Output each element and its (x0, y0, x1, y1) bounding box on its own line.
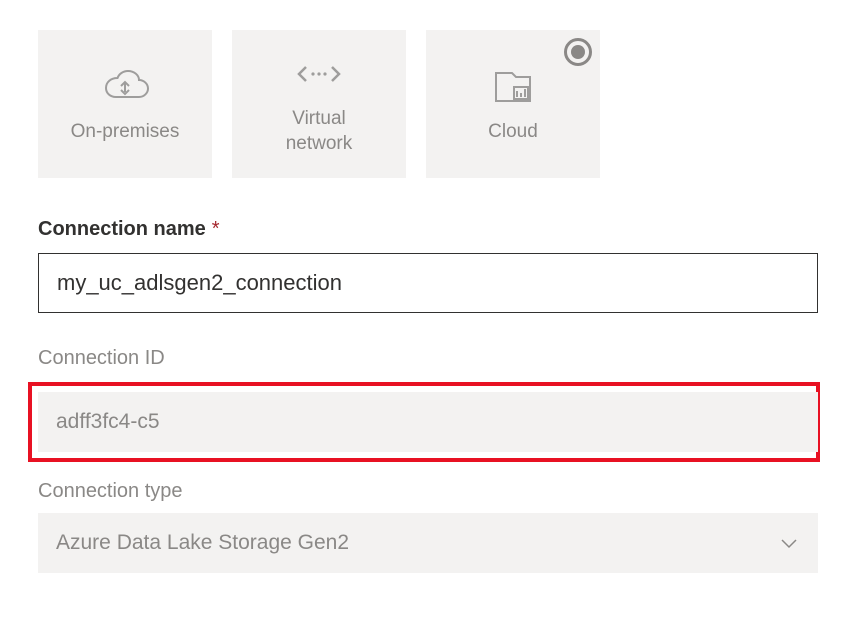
connection-name-label: Connection name * (38, 218, 820, 241)
tile-label: Cloud (488, 120, 538, 145)
connection-type-value: Azure Data Lake Storage Gen2 (56, 531, 349, 555)
connection-type-label: Connection type (38, 480, 820, 503)
connection-id-label: Connection ID (38, 347, 820, 370)
tile-label: Virtual network (286, 107, 353, 156)
connection-type-field: Connection type Azure Data Lake Storage … (38, 480, 820, 573)
required-asterisk: * (212, 218, 220, 240)
radio-selected-icon (564, 38, 592, 66)
network-icon (296, 51, 342, 97)
gateway-type-tiles: On-premises Virtual network (38, 30, 820, 178)
tile-virtual-network[interactable]: Virtual network (232, 30, 406, 178)
label-text: Connection name (38, 218, 206, 240)
chevron-down-icon (778, 532, 800, 554)
connection-type-select[interactable]: Azure Data Lake Storage Gen2 (38, 513, 818, 573)
connection-id-value: adff3fc4-c5 (38, 392, 818, 452)
connection-id-text: adff3fc4-c5 (56, 410, 160, 434)
tile-label: On-premises (71, 120, 180, 145)
cloud-storage-icon (490, 64, 536, 110)
tile-on-premises[interactable]: On-premises (38, 30, 212, 178)
cloud-sync-icon (98, 64, 152, 110)
connection-name-input[interactable] (38, 253, 818, 313)
connection-name-field: Connection name * (38, 218, 820, 313)
tile-cloud[interactable]: Cloud (426, 30, 600, 178)
connection-id-highlight: adff3fc4-c5 (28, 382, 820, 462)
connection-id-field: Connection ID adff3fc4-c5 (38, 347, 820, 462)
